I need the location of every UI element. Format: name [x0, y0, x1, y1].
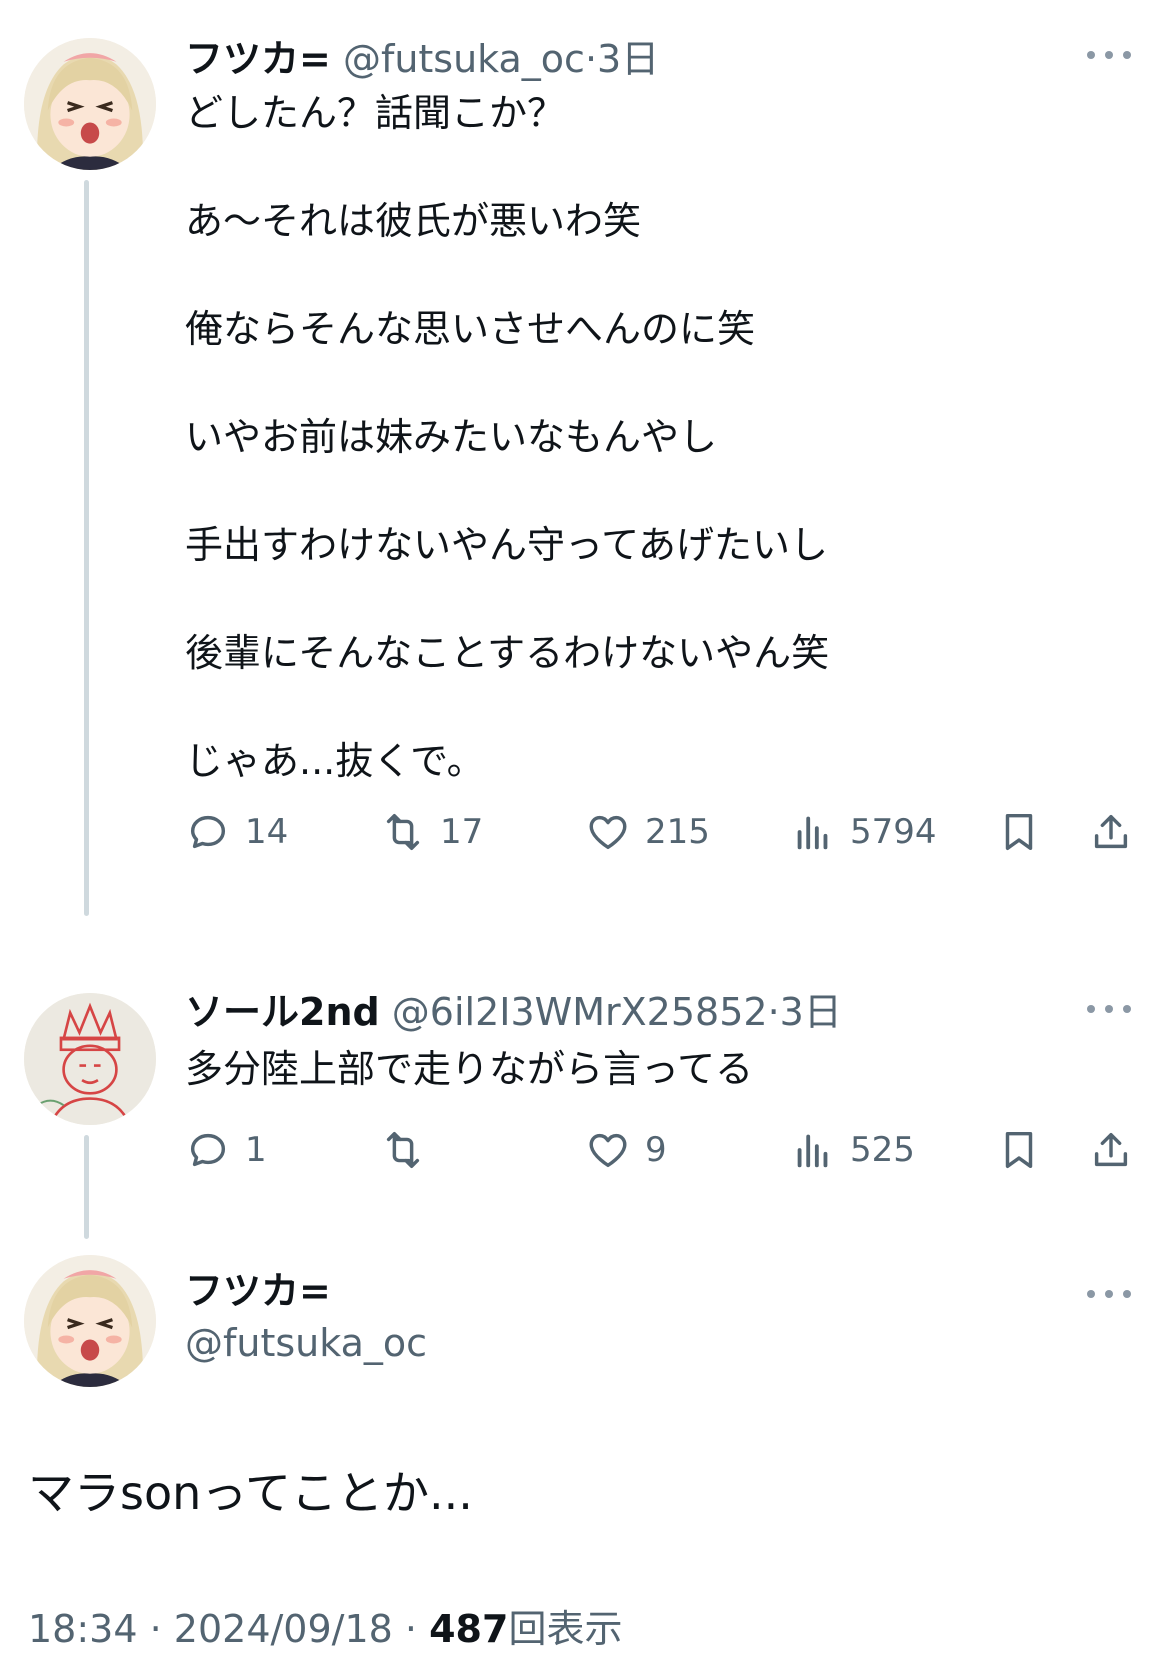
- views-icon: [797, 816, 828, 850]
- timestamp[interactable]: 3日: [780, 990, 842, 1034]
- more-icon[interactable]: [1087, 1002, 1131, 1016]
- share-icon: [1094, 814, 1128, 849]
- retweet-icon: [386, 1131, 420, 1169]
- retweet-button[interactable]: 17: [380, 808, 483, 856]
- share-button[interactable]: [1088, 1126, 1134, 1174]
- user-handle[interactable]: @futsuka_oc: [185, 1324, 427, 1362]
- avatar-futsuka[interactable]: [24, 38, 156, 170]
- tweet-text-line: いやお前は妹みたいなもんやし: [185, 415, 718, 459]
- separator: ·: [584, 37, 598, 81]
- retweet-icon: [386, 813, 420, 851]
- reply-button[interactable]: 1: [185, 1126, 267, 1174]
- display-name[interactable]: フツカ=: [185, 37, 331, 81]
- separator: ·: [404, 1607, 418, 1651]
- tweet-text-line: どしたん？話聞こか？: [185, 91, 566, 135]
- tweet-header: フツカ= @futsuka_oc·3日: [185, 40, 659, 78]
- post-date[interactable]: 2024/09/18: [174, 1607, 393, 1651]
- like-count: 9: [645, 1130, 667, 1170]
- bookmark-icon: [1005, 813, 1033, 851]
- views-count: 5794: [850, 812, 937, 852]
- views-count: 525: [850, 1130, 915, 1170]
- share-icon: [1094, 1132, 1128, 1167]
- more-icon[interactable]: [1087, 1287, 1131, 1301]
- tweet-text-line: 多分陸上部で走りながら言ってる: [185, 1047, 754, 1091]
- separator: ·: [149, 1607, 162, 1651]
- tweet-text-line: 手出すわけないやん守ってあげたいし: [185, 523, 828, 567]
- user-handle[interactable]: @6il2I3WMrX25852: [392, 990, 768, 1034]
- post-time[interactable]: 18:34: [28, 1607, 138, 1651]
- thread-line: [84, 1135, 89, 1239]
- share-button[interactable]: [1088, 808, 1134, 856]
- display-name[interactable]: ソール2nd: [185, 990, 380, 1034]
- views-button[interactable]: 525: [790, 1126, 915, 1174]
- views-icon: [797, 1134, 828, 1168]
- avatar-sole[interactable]: [24, 993, 156, 1125]
- reply-button[interactable]: 14: [185, 808, 288, 856]
- like-button[interactable]: 215: [585, 808, 710, 856]
- reply-count: 1: [245, 1130, 267, 1170]
- reply-icon: [190, 1133, 226, 1167]
- tweet-text-line: あ〜それは彼氏が悪いわ笑: [185, 199, 642, 243]
- like-count: 215: [645, 812, 710, 852]
- view-label: 回表示: [508, 1607, 623, 1651]
- avatar-futsuka[interactable]: [24, 1255, 156, 1387]
- bookmark-button[interactable]: [996, 808, 1042, 856]
- thread-line: [84, 180, 89, 916]
- main-tweet-text: マラsonってことか...: [28, 1466, 473, 1520]
- tweet-header: ソール2nd @6il2I3WMrX25852·3日: [185, 993, 842, 1031]
- bookmark-icon: [1005, 1131, 1033, 1169]
- user-handle[interactable]: @futsuka_oc: [343, 37, 585, 81]
- tweet-meta: 18:34 · 2024/09/18 · 487回表示: [28, 1610, 622, 1648]
- views-button[interactable]: 5794: [790, 808, 937, 856]
- retweet-count: 17: [440, 812, 484, 852]
- view-count: 487: [429, 1607, 509, 1651]
- separator: ·: [767, 990, 780, 1034]
- heart-icon: [589, 815, 627, 850]
- bookmark-button[interactable]: [996, 1126, 1042, 1174]
- tweet-text-line: 俺ならそんな思いさせへんのに笑: [185, 307, 756, 351]
- more-icon[interactable]: [1087, 48, 1131, 62]
- reply-icon: [190, 815, 226, 849]
- reply-count: 14: [245, 812, 289, 852]
- tweet-text-line: じゃあ...抜くで。: [185, 739, 485, 783]
- retweet-button[interactable]: [380, 1126, 440, 1174]
- like-button[interactable]: 9: [585, 1126, 667, 1174]
- tweet-text-line: 後輩にそんなことするわけないやん笑: [185, 631, 830, 675]
- display-name[interactable]: フツカ=: [185, 1272, 331, 1310]
- heart-icon: [589, 1133, 627, 1168]
- timestamp[interactable]: 3日: [597, 37, 659, 81]
